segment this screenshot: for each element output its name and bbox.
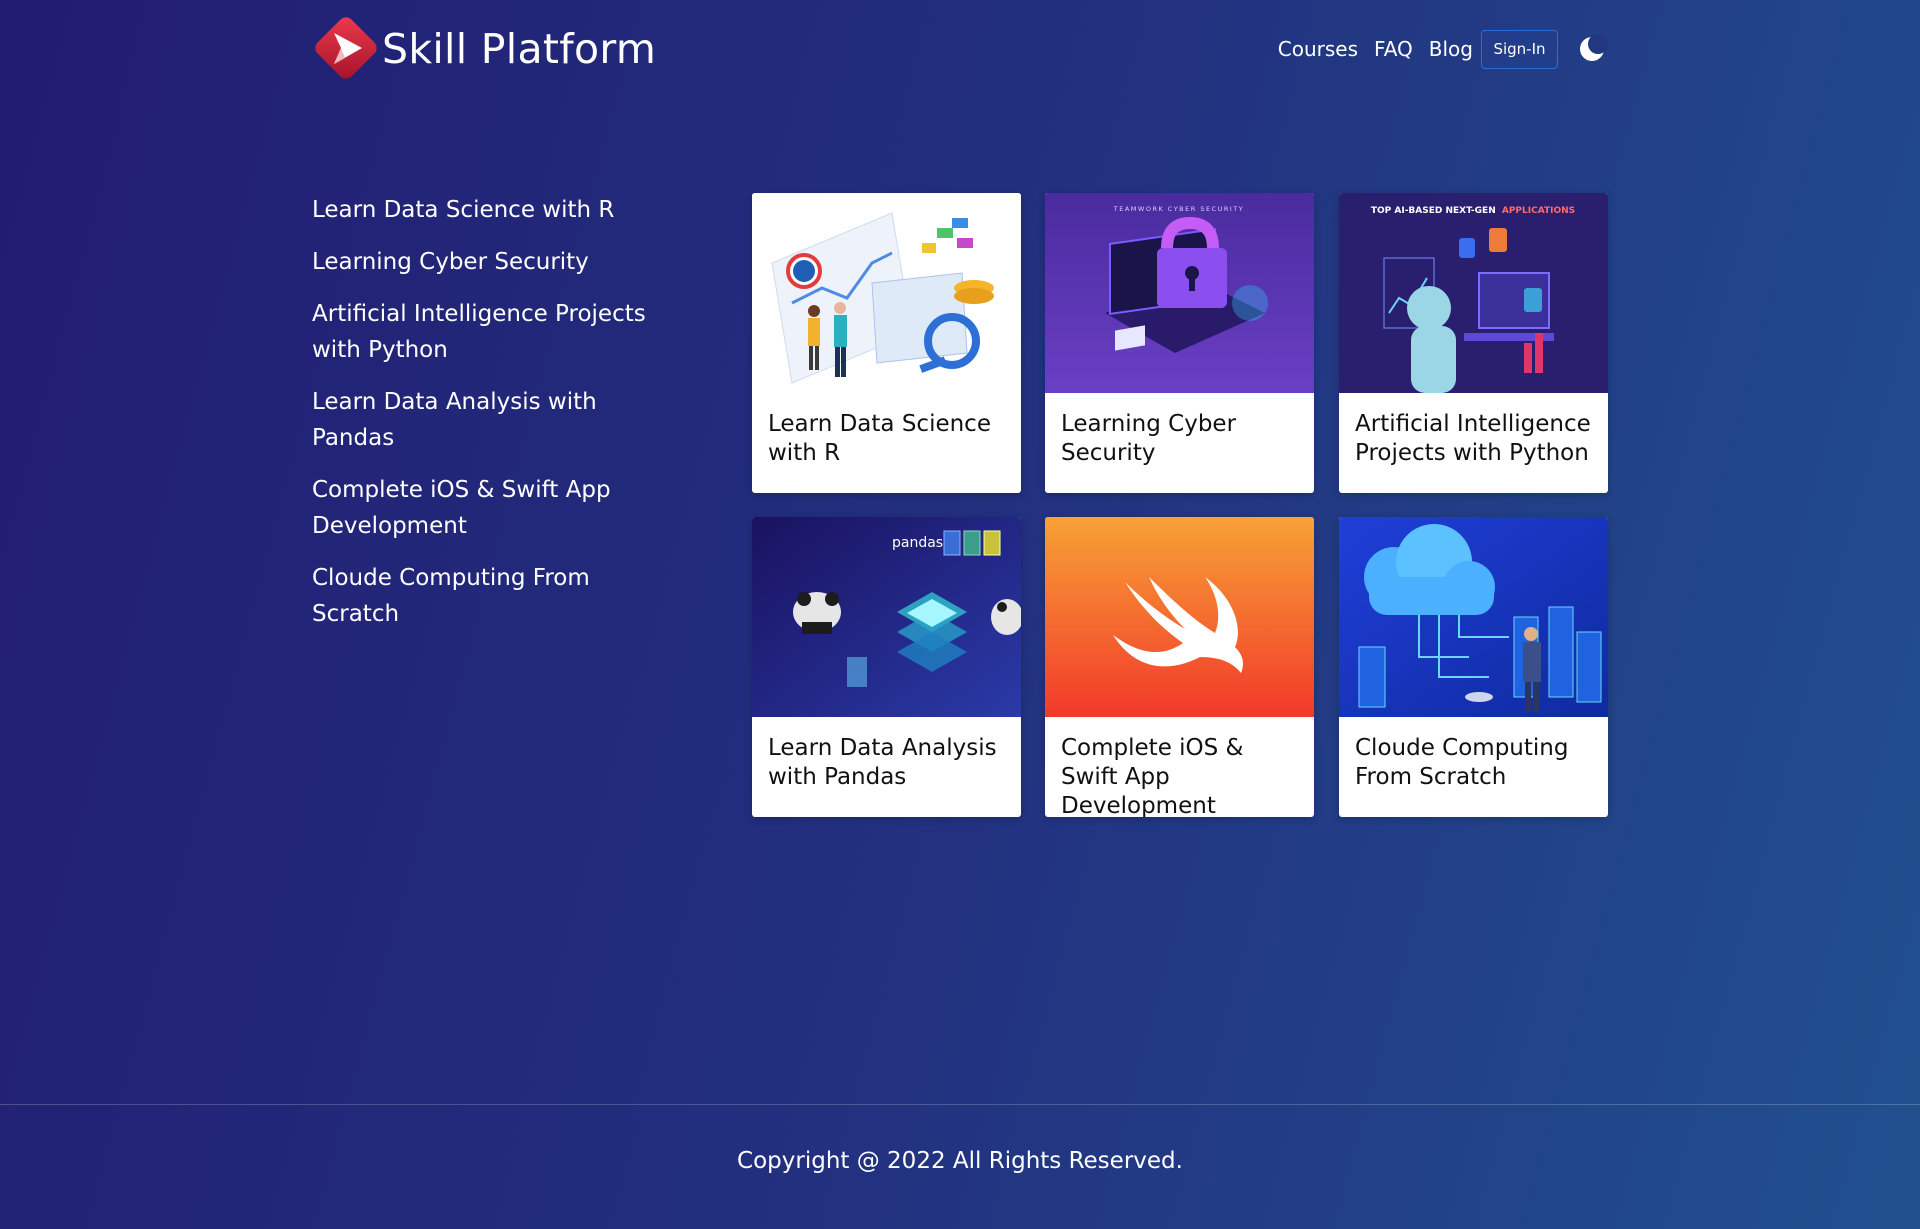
course-card-ios-swift[interactable]: Complete iOS & Swift App Development [1045, 517, 1314, 817]
brand-name: Skill Platform [382, 25, 657, 73]
course-card-ai-python[interactable]: TOP AI-BASED NEXT-GEN APPLICATIONS Artif… [1339, 193, 1608, 493]
ai-image-caption-a: TOP AI-BASED NEXT-GEN [1371, 206, 1496, 216]
footer-divider [0, 1104, 1920, 1105]
play-diamond-logo-icon [315, 17, 377, 79]
course-card-title: Cloude Computing From Scratch [1355, 735, 1569, 790]
course-card-cyber-security[interactable]: TEAMWORK CYBER SECURITY Learning Cyber S… [1045, 193, 1314, 493]
course-card-title: Learning Cyber Security [1061, 411, 1237, 466]
sidebar-item-data-analysis-pandas[interactable]: Learn Data Analysis with Pandas [312, 384, 652, 456]
course-card-title: Learn Data Science with R [768, 411, 991, 466]
ai-image-caption-b: APPLICATIONS [1502, 206, 1575, 216]
nav-courses-link[interactable]: Courses [1278, 37, 1358, 61]
cyber-security-image-caption: TEAMWORK CYBER SECURITY [1113, 205, 1244, 213]
course-card-cloud-computing[interactable]: Cloude Computing From Scratch [1339, 517, 1608, 817]
brand-home-link[interactable]: Skill Platform [312, 14, 656, 84]
data-science-illustration-icon [752, 193, 1021, 393]
swift-logo-icon [1045, 517, 1314, 717]
nav-faq-link[interactable]: FAQ [1374, 37, 1413, 61]
cyber-security-illustration-icon: TEAMWORK CYBER SECURITY [1045, 193, 1314, 393]
footer-copyright: Copyright @ 2022 All Rights Reserved. [737, 1148, 1183, 1174]
ai-robot-illustration-icon: TOP AI-BASED NEXT-GEN APPLICATIONS [1339, 193, 1608, 393]
moon-icon[interactable] [1576, 33, 1608, 65]
course-card-data-science-r[interactable]: Learn Data Science with R [752, 193, 1021, 493]
sidebar-item-cyber-security[interactable]: Learning Cyber Security [312, 244, 652, 280]
sidebar-item-cloud-computing[interactable]: Cloude Computing From Scratch [312, 560, 652, 632]
site-header: Skill Platform Courses FAQ Blog Sign-In [312, 14, 1608, 84]
pandas-illustration-icon: pandas [752, 517, 1021, 717]
svg-text:TOP AI-BASED NEXT-GEN AP: TOP AI-BASED NEXT-GEN APPLICATIONS [1371, 206, 1575, 216]
course-card-title: Complete iOS & Swift App Development [1061, 735, 1244, 817]
signin-button[interactable]: Sign-In [1481, 29, 1558, 69]
course-card-data-analysis-pandas[interactable]: pandas Learn Data Analysis with Pandas [752, 517, 1021, 817]
sidebar-item-ai-python[interactable]: Artificial Intelligence Projects with Py… [312, 296, 652, 368]
sidebar-item-ios-swift[interactable]: Complete iOS & Swift App Development [312, 472, 652, 544]
course-card-title: Learn Data Analysis with Pandas [768, 735, 997, 790]
course-sidebar: Learn Data Science with R Learning Cyber… [312, 192, 652, 648]
nav-blog-link[interactable]: Blog [1429, 37, 1473, 61]
cloud-computing-illustration-icon [1339, 517, 1608, 717]
pandas-image-caption: pandas [892, 535, 943, 551]
sidebar-item-data-science-r[interactable]: Learn Data Science with R [312, 192, 652, 228]
main-nav: Courses FAQ Blog Sign-In [1278, 29, 1608, 69]
course-card-title: Artificial Intelligence Projects with Py… [1355, 411, 1591, 466]
